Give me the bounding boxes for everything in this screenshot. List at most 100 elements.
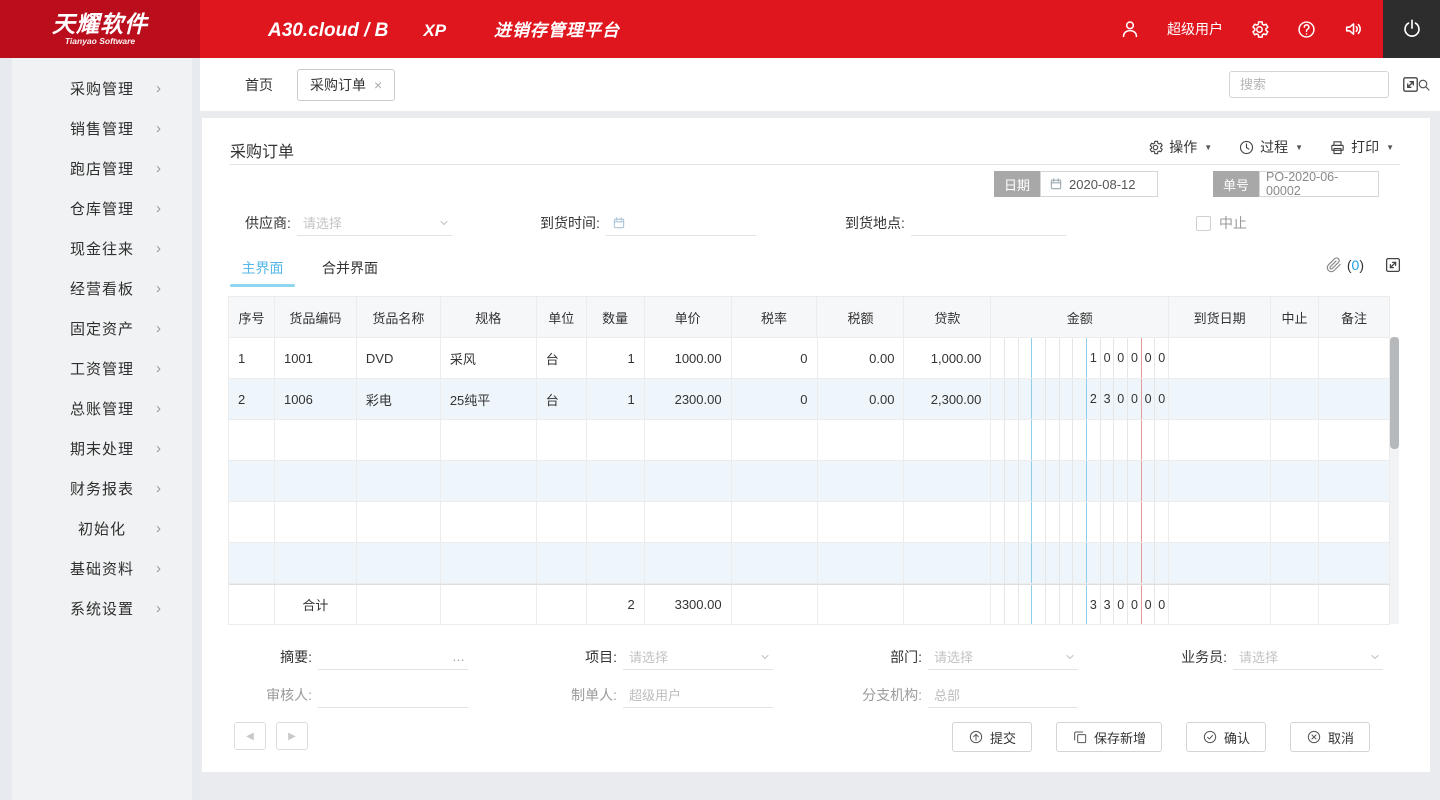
app-header: 天耀软件 Tianyao Software A30.cloud / B XP 进… (0, 0, 1440, 58)
table-cell: 25纯平 (441, 379, 537, 419)
amount-digit: 0 (1142, 379, 1156, 419)
confirm-icon (1202, 729, 1218, 745)
table-cell (1319, 543, 1390, 583)
table-row[interactable]: 11001DVD采风台11000.0000.001,000.00100000 (229, 338, 1390, 379)
chevron-right-icon: › (156, 480, 162, 497)
print-menu-button[interactable]: 打印▼ (1329, 137, 1394, 157)
project-select[interactable]: 请选择 (623, 644, 773, 670)
settings-gear-icon[interactable] (1249, 19, 1270, 40)
supplier-select[interactable]: 请选择 (297, 210, 452, 236)
sidebar-item[interactable]: 经营看板› (12, 268, 192, 308)
attachment-button[interactable]: (0) (1326, 257, 1364, 273)
logout-power-button[interactable] (1383, 0, 1440, 58)
tab-merged-view[interactable]: 合并界面 (310, 258, 390, 287)
table-empty-row[interactable] (229, 502, 1390, 543)
table-empty-row[interactable] (229, 543, 1390, 584)
sidebar-item[interactable]: 系统设置› (12, 588, 192, 628)
sidebar-item[interactable]: 期末处理› (12, 428, 192, 468)
tab-purchase-order[interactable]: 采购订单 × (297, 69, 395, 101)
amount-digit (1005, 379, 1019, 419)
sidebar-item[interactable]: 固定资产› (12, 308, 192, 348)
amount-digit (1019, 379, 1033, 419)
table-cell (229, 543, 275, 583)
sidebar-item[interactable]: 工资管理› (12, 348, 192, 388)
title-divider (230, 164, 1400, 165)
page-title: 采购订单 (230, 138, 294, 162)
sidebar-item[interactable]: 基础资料› (12, 548, 192, 588)
table-empty-row[interactable] (229, 461, 1390, 502)
table-cell (904, 461, 991, 501)
search-input[interactable] (1240, 77, 1416, 92)
column-header: 备注 (1319, 297, 1390, 337)
column-header: 货品名称 (357, 297, 441, 337)
action-menu-button[interactable]: 操作▼ (1147, 137, 1212, 157)
column-header: 税率 (732, 297, 818, 337)
summary-more-button[interactable]: … (452, 649, 466, 664)
arrival-place-input[interactable] (911, 210, 1066, 236)
auditor-input[interactable] (318, 682, 468, 708)
table-cell: 1001 (275, 338, 357, 378)
abort-checkbox[interactable] (1196, 216, 1211, 231)
sidebar-item[interactable]: 现金往来› (12, 228, 192, 268)
table-empty-row[interactable] (229, 420, 1390, 461)
process-menu-button[interactable]: 过程▼ (1238, 137, 1303, 157)
help-icon[interactable] (1296, 19, 1317, 40)
summary-input[interactable]: … (318, 644, 468, 670)
items-table: 序号货品编码货品名称规格单位数量单价税率税额贷款金额到货日期中止备注11001D… (228, 296, 1390, 625)
next-record-button[interactable]: ▶ (276, 722, 308, 750)
sidebar-item[interactable]: 仓库管理› (12, 188, 192, 228)
scrollbar-thumb[interactable] (1390, 337, 1399, 449)
amount-digit (1073, 543, 1087, 583)
date-input[interactable]: 2020-08-12 (1040, 171, 1158, 197)
summary-label: 摘要: (232, 647, 312, 667)
arrival-place-group: 到货地点: (845, 209, 1066, 237)
save-and-new-button[interactable]: 保存新增 (1056, 722, 1162, 752)
salesman-group: 业务员: 请选择 (1147, 644, 1383, 670)
project-group: 项目: 请选择 (537, 644, 773, 670)
table-cell: 3300.00 (645, 585, 732, 624)
table-fullscreen-icon[interactable] (1384, 256, 1402, 274)
speaker-icon[interactable] (1343, 18, 1365, 40)
tab-main-view[interactable]: 主界面 (230, 258, 295, 287)
table-scrollbar[interactable] (1390, 337, 1399, 624)
table-cell: 0.00 (818, 338, 905, 378)
sidebar-item[interactable]: 初始化› (12, 508, 192, 548)
tab-home[interactable]: 首页 (245, 75, 273, 95)
submit-button[interactable]: 提交 (952, 722, 1032, 752)
cancel-button[interactable]: 取消 (1290, 722, 1370, 752)
table-cell (441, 461, 537, 501)
table-cell: 1006 (275, 379, 357, 419)
user-icon[interactable] (1119, 18, 1141, 40)
table-total-row[interactable]: 合计23300.00330000 (229, 584, 1390, 625)
amount-digit (1005, 543, 1019, 583)
table-cell: 0.00 (818, 379, 905, 419)
salesman-select[interactable]: 请选择 (1233, 644, 1383, 670)
amount-digit-grid (991, 461, 1168, 501)
table-cell (732, 543, 818, 583)
fullscreen-icon[interactable] (1401, 75, 1420, 94)
chevron-right-icon: › (156, 80, 162, 97)
amount-digit (1019, 461, 1033, 501)
table-cell (904, 543, 991, 583)
arrival-time-input[interactable] (606, 210, 756, 236)
docno-group: 单号 PO-2020-06-00002 (1213, 171, 1379, 197)
confirm-button[interactable]: 确认 (1186, 722, 1266, 752)
department-label: 部门: (842, 647, 922, 667)
table-cell (818, 543, 905, 583)
sidebar-item[interactable]: 销售管理› (12, 108, 192, 148)
sidebar-item[interactable]: 采购管理› (12, 68, 192, 108)
amount-digit (1032, 502, 1046, 542)
chevron-down-icon (1064, 651, 1076, 663)
tab-close-icon[interactable]: × (374, 77, 382, 93)
sidebar-item[interactable]: 财务报表› (12, 468, 192, 508)
search-box (1229, 71, 1389, 98)
product-name: A30.cloud / B (268, 20, 388, 42)
sidebar-item[interactable]: 总账管理› (12, 388, 192, 428)
table-row[interactable]: 21006彩电25纯平台12300.0000.002,300.00230000 (229, 379, 1390, 420)
amount-digit (1032, 338, 1046, 378)
department-select[interactable]: 请选择 (928, 644, 1078, 670)
prev-record-button[interactable]: ◀ (234, 722, 266, 750)
sidebar-item[interactable]: 跑店管理› (12, 148, 192, 188)
table-cell: 0 (732, 379, 818, 419)
cell-amount: 330000 (991, 585, 1169, 624)
